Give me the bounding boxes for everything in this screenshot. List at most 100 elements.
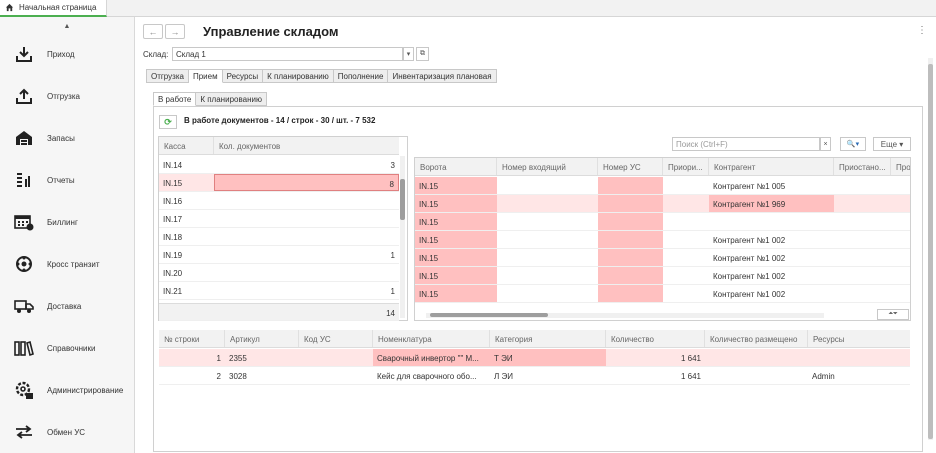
summary-text: В работе документов - 14 / строк - 30 / … [184, 116, 376, 125]
sidebar-item-spravochniki[interactable]: Справочники [0, 333, 135, 363]
table-row[interactable]: IN.21 1 [159, 282, 399, 300]
column-header[interactable]: Контрагент [709, 158, 834, 175]
table-row[interactable]: IN.14 3 [159, 156, 399, 174]
table-row[interactable]: IN.19 1 [159, 246, 399, 264]
sidebar-item-label: Администрирование [47, 385, 124, 395]
more-button[interactable]: Еще ▾ [873, 137, 911, 151]
kassa-cell: IN.20 [163, 269, 183, 278]
cell: Контрагент №1 002 [713, 236, 786, 245]
column-header[interactable]: Категория [490, 330, 606, 347]
cell [834, 231, 891, 248]
forward-button[interactable]: → [165, 24, 185, 39]
sidebar-item-label: Обмен УС [47, 427, 86, 437]
column-header[interactable]: Количество размещено [705, 330, 808, 347]
sidebar-item-label: Запасы [47, 133, 75, 143]
column-header[interactable]: Номер входящий [497, 158, 598, 175]
count-cell: 8 [214, 174, 399, 191]
table-row[interactable]: IN.15 Контрагент №1 969 [415, 195, 910, 213]
search-button[interactable]: 🔍▾ [840, 137, 866, 151]
kassa-total: 14 [386, 309, 395, 318]
column-header[interactable]: Ресурсы [808, 330, 910, 347]
subtab-k-planirovaniyu[interactable]: К планированию [196, 92, 267, 106]
table-row[interactable]: IN.15 8 [159, 174, 399, 192]
docs-hscroll-thumb[interactable] [430, 313, 548, 317]
table-row[interactable]: IN.15 Контрагент №1 002 [415, 267, 910, 285]
table-row[interactable]: IN.15 Контрагент №1 002 [415, 249, 910, 267]
search-icon: 🔍▾ [846, 141, 860, 148]
kassa-scroll-thumb[interactable] [400, 179, 405, 220]
column-header[interactable]: Про [891, 158, 910, 175]
open-link-icon[interactable]: ⧉ [416, 47, 429, 61]
sidebar-item-zapasy[interactable]: Запасы [0, 123, 135, 153]
cell [663, 231, 709, 248]
column-header[interactable]: Номер УС [598, 158, 663, 175]
column-header[interactable]: Код УС [299, 330, 373, 347]
sidebar-item-dostavka[interactable]: Доставка [0, 291, 135, 321]
table-row[interactable]: IN.15 [415, 213, 910, 231]
table-row[interactable]: IN.15 Контрагент №1 002 [415, 285, 910, 303]
warehouse-select[interactable]: Склад 1 [172, 47, 403, 61]
cell: Контрагент №1 002 [713, 290, 786, 299]
column-header[interactable]: Приори... [663, 158, 709, 175]
table-row[interactable]: IN.20 [159, 264, 399, 282]
cell [497, 267, 598, 284]
sidebar-item-otgruzka[interactable]: Отгрузка [0, 81, 135, 111]
column-header[interactable]: Номенклатура [373, 330, 490, 347]
sidebar-item-label: Биллинг [47, 217, 78, 227]
column-header[interactable]: Артикул [225, 330, 299, 347]
clear-search-icon[interactable]: × [820, 137, 831, 151]
subtab-v-rabote[interactable]: В работе [153, 92, 197, 106]
back-button[interactable]: ← [143, 24, 163, 39]
tab-popolnenie[interactable]: Пополнение [333, 69, 389, 83]
cell: Кейс для сварочного обо... [377, 372, 477, 381]
chevron-down-icon[interactable]: ▾ [403, 47, 414, 61]
sidebar-item-kross-tranzit[interactable]: Кросс транзит [0, 249, 135, 279]
column-header[interactable]: Ворота [415, 158, 497, 175]
sidebar-item-otchety[interactable]: Отчеты [0, 165, 135, 195]
tab-inventarizaciya[interactable]: Инвентаризация плановая [388, 69, 497, 83]
cell: 2 [216, 372, 221, 381]
cell [705, 367, 808, 384]
row-nav-buttons[interactable]: ⏶⏷ [877, 309, 909, 320]
sidebar-item-obmen-us[interactable]: Обмен УС [0, 417, 135, 447]
lines-table-header: № строки Артикул Код УС Номенклатура Кат… [159, 330, 910, 348]
sidebar-item-administrirovanie[interactable]: Администрирование [0, 375, 135, 405]
table-row[interactable]: 1 2355 Сварочный инвертор "" М... Т ЭИ 1 641 [159, 349, 910, 367]
kassa-table-header: Касса Кол. документов [159, 137, 399, 155]
table-row[interactable]: 2 3028 Кейс для сварочного обо... Л ЭИ 1 641… [159, 367, 910, 385]
admin-gear-icon [14, 380, 34, 400]
cell [891, 195, 910, 212]
sidebar-item-billing[interactable]: Биллинг [0, 207, 135, 237]
column-header[interactable]: № строки [159, 330, 225, 347]
search-input[interactable]: Поиск (Ctrl+F) [672, 137, 820, 151]
sidebar-item-prihod[interactable]: Приход [0, 39, 135, 69]
tab-resursy[interactable]: Ресурсы [222, 69, 264, 83]
table-row[interactable]: IN.18 [159, 228, 399, 246]
tab-otgruzka[interactable]: Отгрузка [146, 69, 189, 83]
sidebar-collapse-button[interactable]: ▲ [0, 17, 134, 35]
tab-priem[interactable]: Прием [188, 69, 223, 83]
cell: IN.15 [415, 285, 497, 302]
column-header[interactable]: Приостано... [834, 158, 891, 175]
cell: Контрагент №1 002 [713, 254, 786, 263]
page-scroll-thumb[interactable] [928, 64, 933, 439]
main-tabs: Отгрузка Прием Ресурсы К планированию По… [146, 69, 497, 83]
cell: Контрагент №1 969 [709, 195, 834, 212]
table-row[interactable]: IN.16 [159, 192, 399, 210]
truck-icon [14, 296, 34, 316]
tab-k-planirovaniyu[interactable]: К планированию [263, 69, 334, 83]
report-icon [14, 170, 34, 190]
column-header[interactable]: Кол. документов [214, 137, 399, 154]
cell [834, 285, 891, 302]
refresh-button[interactable]: ⟳ [159, 115, 177, 129]
home-tab[interactable]: Начальная страница [0, 0, 107, 17]
table-row[interactable]: IN.17 [159, 210, 399, 228]
column-header[interactable]: Количество [606, 330, 705, 347]
column-header[interactable]: Касса [159, 137, 214, 154]
more-menu-icon[interactable]: ⋮ [917, 25, 927, 36]
cell [497, 231, 598, 248]
table-row[interactable]: IN.15 Контрагент №1 002 [415, 231, 910, 249]
cell [497, 213, 598, 230]
kassa-footer: 14 [159, 303, 399, 321]
table-row[interactable]: IN.15 Контрагент №1 005 [415, 177, 910, 195]
